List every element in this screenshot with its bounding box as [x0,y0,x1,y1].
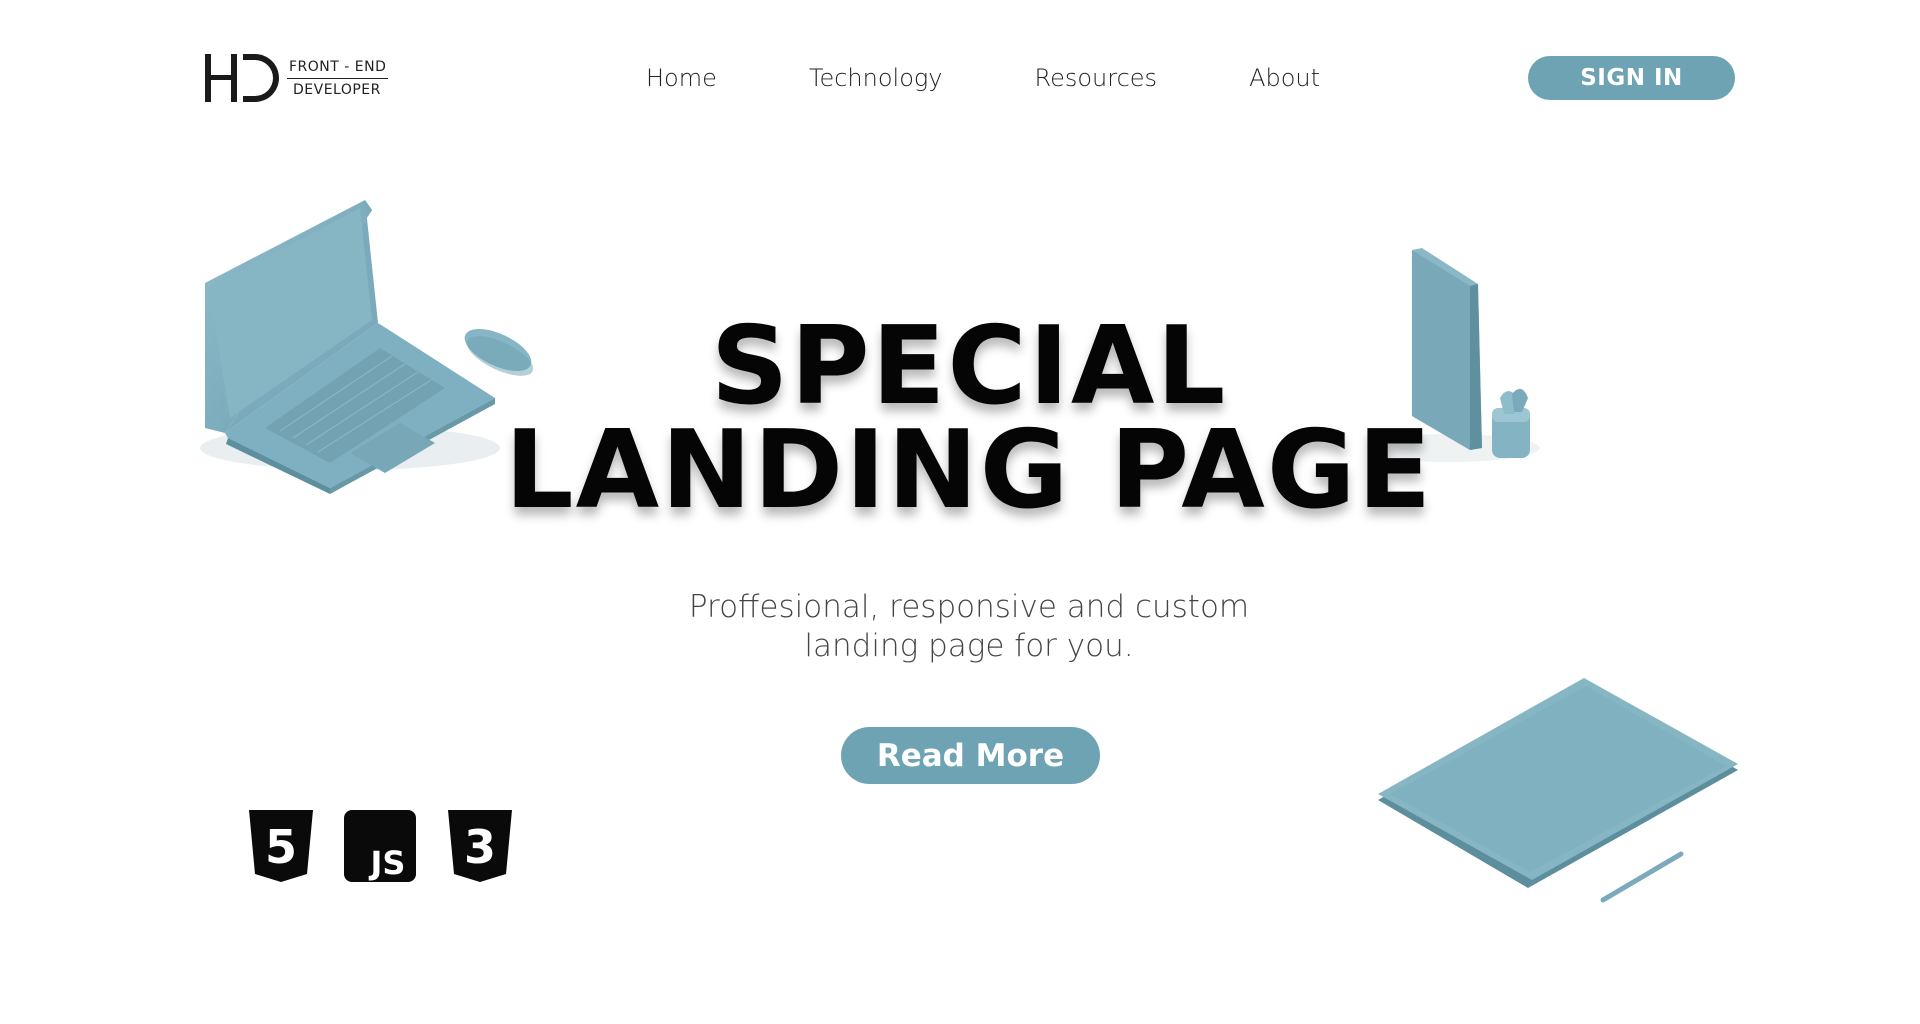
logo-line-2: DEVELOPER [293,81,381,98]
hero-subtitle-line-2: landing page for you. [804,628,1134,664]
hd-monogram-icon [205,54,279,102]
svg-text:JS: JS [369,844,406,882]
sign-in-button[interactable]: SIGN IN [1528,56,1735,100]
logo-line-1: FRONT - END [287,59,389,79]
landing-page: FRONT - END DEVELOPER Home Technology Re… [0,0,1920,1024]
nav-resources[interactable]: Resources [1034,64,1157,92]
read-more-button[interactable]: Read More [841,727,1100,784]
svg-text:5: 5 [265,820,297,874]
hero-title-line-2: LANDING PAGE [504,408,1434,533]
hero-subtitle: Proffesional, responsive and custom land… [0,588,1920,666]
tablet-pencil-illustration [1378,678,1738,903]
logo-wordmark: FRONT - END DEVELOPER [287,59,389,98]
brand-logo[interactable]: FRONT - END DEVELOPER [203,52,403,104]
hero-title: SPECIAL LANDING PAGE [0,313,1920,525]
nav-technology[interactable]: Technology [809,64,943,92]
svg-text:3: 3 [464,820,496,874]
nav-home[interactable]: Home [646,64,717,92]
javascript-icon: JS [344,810,416,882]
main-nav: Home Technology Resources About [646,60,1320,96]
html5-icon: 5 [249,810,313,882]
hero-subtitle-line-1: Proffesional, responsive and custom [688,589,1250,625]
nav-about[interactable]: About [1249,64,1320,92]
css3-icon: 3 [448,810,512,882]
